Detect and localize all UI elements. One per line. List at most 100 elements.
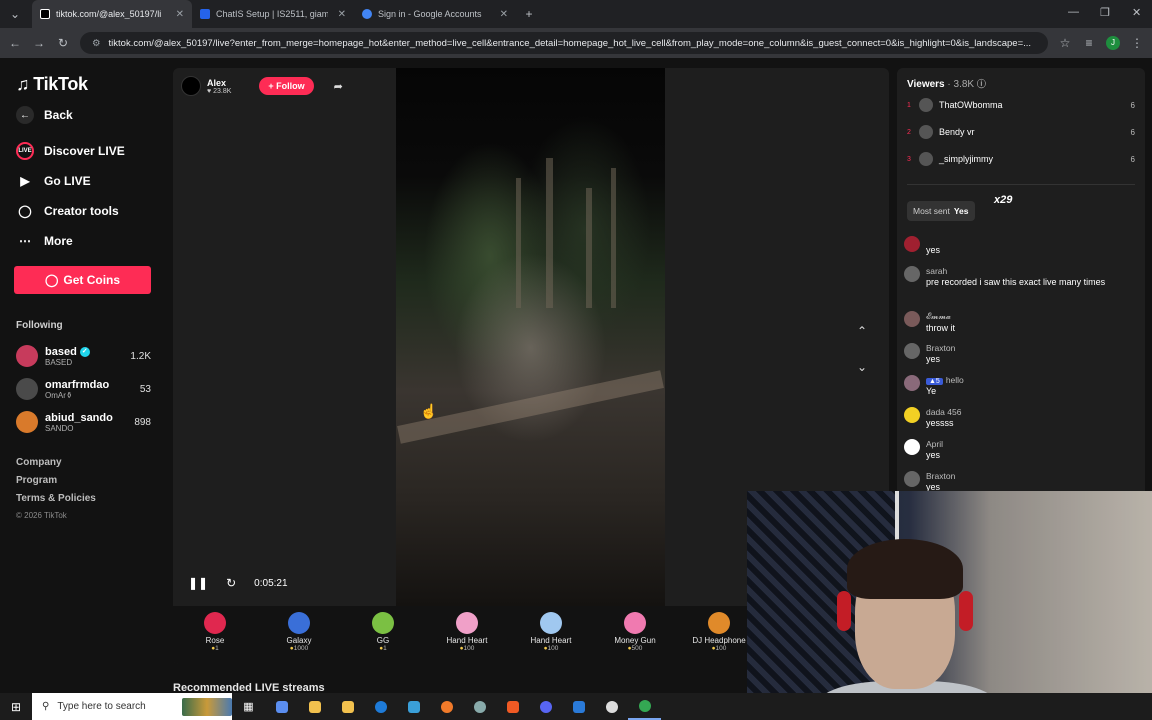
avatar[interactable] <box>904 236 920 252</box>
chat-text: yes <box>926 354 941 364</box>
tab-chatis[interactable]: ChatIS Setup | IS2511, giambaJ ✕ <box>192 0 354 28</box>
pause-icon[interactable]: ❚❚ <box>188 576 208 590</box>
gift-item[interactable]: Hand Heart ●100 <box>509 606 593 664</box>
tab-tiktok[interactable]: tiktok.com/@alex_50197/li ✕ <box>32 0 192 28</box>
avatar[interactable] <box>904 343 920 359</box>
brave-icon[interactable] <box>496 693 529 720</box>
chat-text: yessss <box>926 418 954 428</box>
close-icon[interactable]: ✕ <box>500 9 508 20</box>
sidebar-item-discover-live[interactable]: LIVE Discover LIVE <box>16 142 125 160</box>
avatar[interactable] <box>904 439 920 455</box>
gift-price: ●100 <box>544 645 559 652</box>
maximize-icon[interactable]: ❐ <box>1100 6 1110 19</box>
back-arrow-icon[interactable]: ← <box>8 36 22 50</box>
tiktok-logo[interactable]: ♫ TikTok <box>16 74 88 95</box>
chat-username[interactable]: sarah <box>926 266 1105 276</box>
firefox-icon[interactable] <box>430 693 463 720</box>
chat-message: 𝓔𝓶𝓶𝓪 throw it <box>904 311 1132 334</box>
gift-item[interactable]: GG ●1 <box>341 606 425 664</box>
share-icon[interactable]: ➦ <box>334 80 343 93</box>
edge-icon[interactable] <box>364 693 397 720</box>
file-explorer-icon[interactable] <box>298 693 331 720</box>
new-tab-button[interactable]: + <box>522 7 536 21</box>
app-icon[interactable] <box>397 693 430 720</box>
viewer-rank: 1 <box>907 101 911 109</box>
chrome-icon[interactable] <box>628 693 661 720</box>
reading-list-icon[interactable]: ≡ <box>1082 36 1096 50</box>
copyright: © 2026 TikTok <box>16 511 67 520</box>
globe-icon[interactable] <box>463 693 496 720</box>
viewers-heading[interactable]: Viewers · 3.8K ⓘ <box>907 77 986 90</box>
url-field[interactable]: ⚙ tiktok.com/@alex_50197/live?enter_from… <box>80 32 1048 54</box>
get-coins-button[interactable]: ◯ Get Coins <box>14 266 151 294</box>
live-video[interactable] <box>396 68 665 606</box>
top-viewer-row[interactable]: 3 _simplyjimmy 6 <box>907 150 1135 168</box>
avatar[interactable] <box>904 407 920 423</box>
chat-username[interactable]: dada 456 <box>926 407 961 417</box>
chat-username[interactable]: Braxton <box>926 471 955 481</box>
gift-item[interactable]: Rose ●1 <box>173 606 257 664</box>
browser-menu-icon[interactable]: ⋮ <box>1130 36 1144 50</box>
sidebar-item-creator-tools[interactable]: ◯ Creator tools <box>16 202 118 220</box>
webcam-shade <box>747 491 1152 720</box>
forward-arrow-icon[interactable]: → <box>32 36 46 50</box>
obs-icon[interactable] <box>595 693 628 720</box>
following-names: omarfrmdao OmAr⚱ <box>45 379 140 400</box>
bookmark-star-icon[interactable]: ☆ <box>1058 36 1072 50</box>
gift-item[interactable]: Galaxy ●1000 <box>257 606 341 664</box>
info-icon[interactable]: ⓘ <box>977 79 986 89</box>
close-icon[interactable]: ✕ <box>338 9 346 20</box>
following-item[interactable]: based ✓ BASED 1.2K <box>16 341 151 371</box>
footer-link-terms[interactable]: Terms & Policies <box>16 493 96 504</box>
tab-list-icon[interactable]: ⌄ <box>8 7 22 21</box>
footer-link-company[interactable]: Company <box>16 457 62 468</box>
top-viewer-row[interactable]: 2 Bendy vr 6 <box>907 123 1135 141</box>
most-sent-label: Most sent <box>913 206 950 216</box>
copilot-icon[interactable] <box>265 693 298 720</box>
reload-icon[interactable]: ↻ <box>56 36 70 50</box>
sidebar-item-more[interactable]: ⋯ More <box>16 232 73 250</box>
chat-username[interactable]: April <box>926 439 943 449</box>
site-info-icon[interactable]: ⚙ <box>92 38 101 49</box>
avatar[interactable] <box>904 311 920 327</box>
following-item[interactable]: abiud_sando SANDO 898 <box>16 407 151 437</box>
chat-username[interactable]: Braxton <box>926 343 955 353</box>
avatar[interactable] <box>181 76 201 96</box>
address-bar: ← → ↻ ⚙ tiktok.com/@alex_50197/live?ente… <box>0 28 1152 58</box>
discord-icon[interactable] <box>529 693 562 720</box>
host-name[interactable]: Alex <box>207 78 231 88</box>
gift-item[interactable]: Hand Heart ●100 <box>425 606 509 664</box>
close-icon[interactable]: ✕ <box>176 9 184 20</box>
viewers-count: · 3.8K <box>947 79 975 90</box>
viewer-count: 1.2K <box>130 350 151 362</box>
following-item[interactable]: omarfrmdao OmAr⚱ 53 <box>16 374 151 404</box>
store-icon[interactable] <box>331 693 364 720</box>
chat-username[interactable]: ▲5 hello <box>926 375 964 385</box>
footer-link-program[interactable]: Program <box>16 475 57 486</box>
chat-text: throw it <box>926 323 956 333</box>
gift-item[interactable]: Money Gun ●500 <box>593 606 677 664</box>
tab-title: Sign in - Google Accounts <box>378 9 482 19</box>
windows-start-icon[interactable]: ⊞ <box>0 693 32 720</box>
taskbar-search[interactable]: ⚲ Type here to search <box>32 693 232 720</box>
chevron-down-icon[interactable]: ⌄ <box>857 360 867 374</box>
back-link[interactable]: ← Back <box>16 106 73 124</box>
chat-username[interactable]: 𝓔𝓶𝓶𝓪 <box>926 311 955 322</box>
task-view-icon[interactable]: ▦ <box>232 693 265 720</box>
vscode-icon[interactable] <box>562 693 595 720</box>
gift-name: Hand Heart <box>530 636 572 645</box>
chevron-up-icon[interactable]: ⌃ <box>857 324 867 338</box>
sidebar-item-go-live[interactable]: ▶ Go LIVE <box>16 172 90 190</box>
follow-button[interactable]: + Follow <box>259 77 314 95</box>
refresh-icon[interactable]: ↻ <box>226 576 236 590</box>
tab-google[interactable]: Sign in - Google Accounts ✕ <box>354 0 516 28</box>
top-viewer-row[interactable]: 1 ThatOWbomma 6 <box>907 96 1135 114</box>
avatar[interactable] <box>904 266 920 282</box>
close-window-icon[interactable]: ✕ <box>1132 6 1141 19</box>
avatar[interactable] <box>904 375 920 391</box>
following-names: abiud_sando SANDO <box>45 412 134 433</box>
minimize-icon[interactable]: — <box>1068 6 1079 18</box>
profile-avatar[interactable]: J <box>1106 36 1120 50</box>
viewer-count: 898 <box>134 416 151 428</box>
avatar[interactable] <box>904 471 920 487</box>
